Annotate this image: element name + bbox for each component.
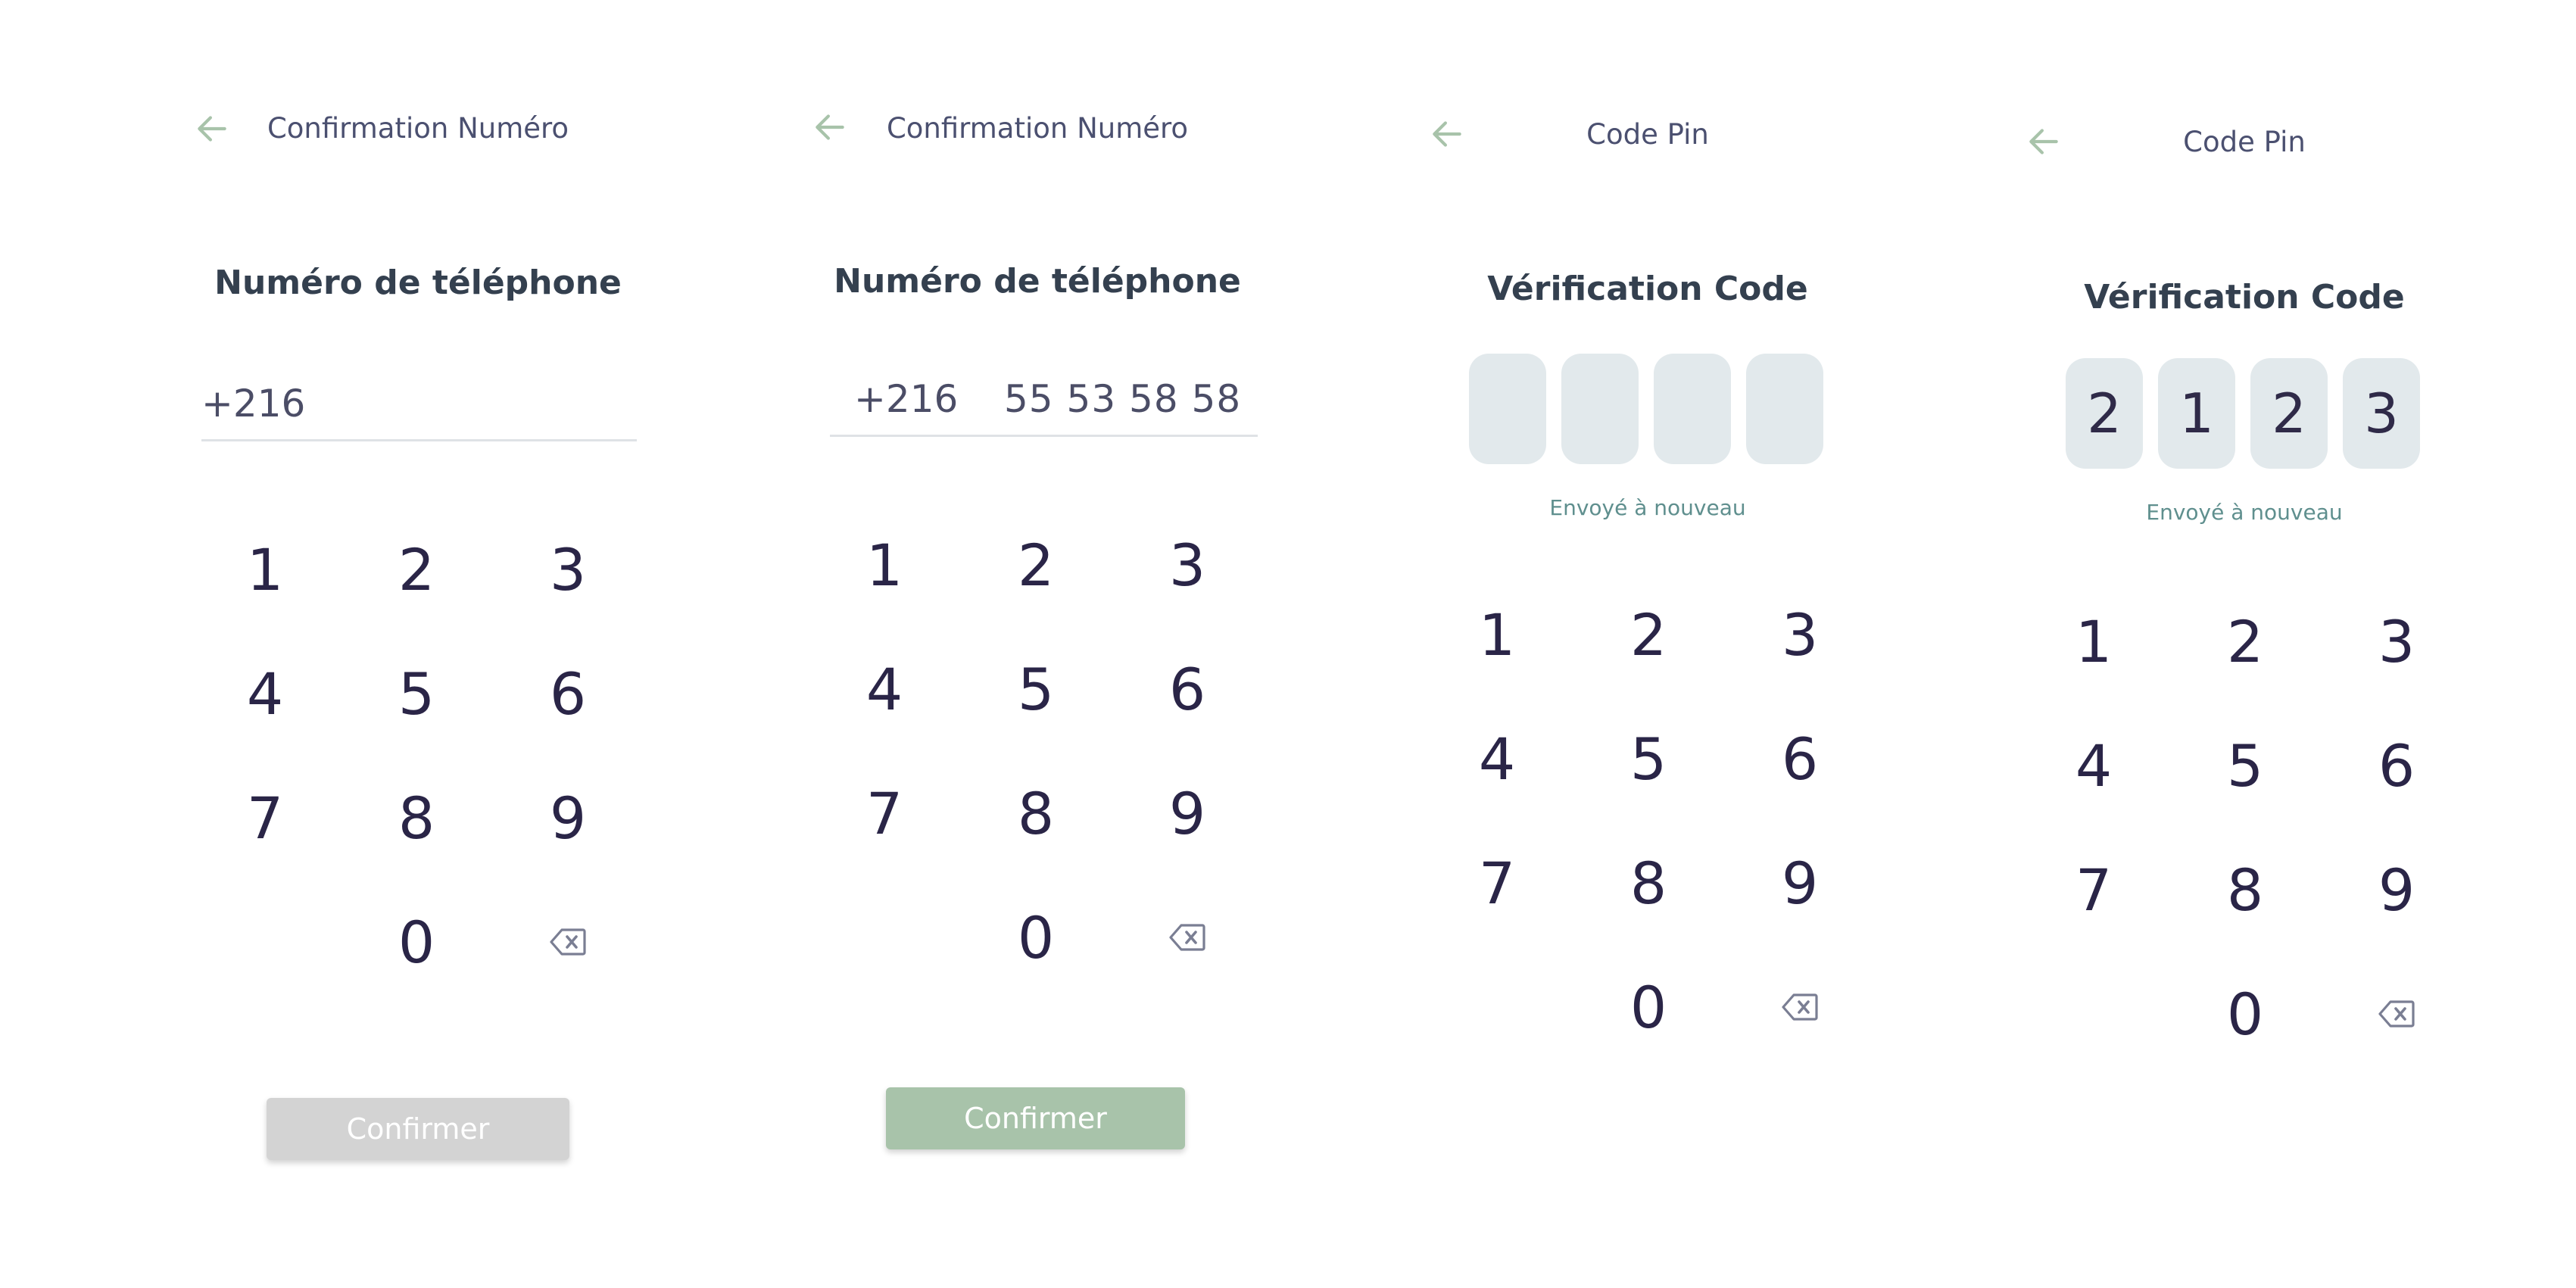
page-title: Confirmation Numéro bbox=[267, 112, 569, 145]
phone-number: 55 53 58 58 bbox=[1004, 377, 1242, 421]
arrow-left-icon bbox=[193, 110, 231, 148]
section-heading: Vérification Code bbox=[2084, 278, 2405, 317]
keypad-key-7[interactable]: 7 bbox=[1421, 821, 1573, 945]
keypad-empty-slot bbox=[1421, 945, 1573, 1069]
resend-link[interactable]: Envoyé à nouveau bbox=[2146, 500, 2342, 525]
keypad-key-6[interactable]: 6 bbox=[2321, 703, 2472, 828]
page-title: Code Pin bbox=[2183, 126, 2306, 158]
keypad-key-8[interactable]: 8 bbox=[2169, 828, 2321, 952]
keypad-key-8[interactable]: 8 bbox=[1573, 821, 1724, 945]
back-button[interactable] bbox=[2017, 115, 2070, 168]
confirm-button[interactable]: Confirmer bbox=[886, 1087, 1185, 1149]
backspace-icon bbox=[2378, 1000, 2415, 1028]
delete-key[interactable] bbox=[2321, 952, 2472, 1076]
keypad-key-9[interactable]: 9 bbox=[2321, 828, 2472, 952]
resend-link[interactable]: Envoyé à nouveau bbox=[1549, 495, 1745, 520]
keypad-key-4[interactable]: 4 bbox=[1421, 697, 1573, 821]
backspace-icon bbox=[550, 928, 586, 956]
section-heading: Numéro de téléphone bbox=[214, 264, 622, 302]
keypad-key-0[interactable]: 0 bbox=[1573, 945, 1724, 1069]
keypad-key-4[interactable]: 4 bbox=[2018, 703, 2169, 828]
keypad-key-2[interactable]: 2 bbox=[1573, 572, 1724, 697]
keypad-key-5[interactable]: 5 bbox=[2169, 703, 2321, 828]
keypad-key-2[interactable]: 2 bbox=[960, 503, 1112, 627]
confirm-button[interactable]: Confirmer bbox=[267, 1098, 569, 1160]
arrow-left-icon bbox=[1428, 115, 1466, 153]
keypad-key-7[interactable]: 7 bbox=[809, 751, 960, 875]
keypad-key-8[interactable]: 8 bbox=[960, 751, 1112, 875]
back-button[interactable] bbox=[1421, 108, 1474, 161]
keypad-empty-slot bbox=[189, 880, 341, 1004]
keypad-key-1[interactable]: 1 bbox=[2018, 579, 2169, 703]
keypad-key-3[interactable]: 3 bbox=[2321, 579, 2472, 703]
keypad-key-8[interactable]: 8 bbox=[341, 756, 492, 880]
keypad-key-4[interactable]: 4 bbox=[189, 632, 341, 756]
page-title: Confirmation Numéro bbox=[886, 112, 1189, 145]
pin-input[interactable] bbox=[1469, 354, 1823, 464]
page-title: Code Pin bbox=[1586, 118, 1709, 151]
section-heading: Vérification Code bbox=[1487, 270, 1808, 308]
keypad-key-4[interactable]: 4 bbox=[809, 627, 960, 751]
section-heading: Numéro de téléphone bbox=[834, 262, 1241, 301]
back-button[interactable] bbox=[186, 102, 239, 155]
keypad-key-0[interactable]: 0 bbox=[341, 880, 492, 1004]
numeric-keypad: 1234567890 bbox=[809, 503, 1263, 1000]
numeric-keypad: 123 456 7890 bbox=[2018, 579, 2472, 1076]
keypad-key-5[interactable]: 5 bbox=[1573, 697, 1724, 821]
screen-phone-confirmation-empty: Confirmation Numéro Numéro de téléphone … bbox=[0, 0, 637, 1288]
country-code: +216 bbox=[854, 377, 959, 421]
pin-digit-box[interactable] bbox=[1469, 354, 1546, 464]
screen-phone-confirmation-filled: Confirmation Numéro Numéro de téléphone … bbox=[619, 0, 1258, 1288]
keypad-key-5[interactable]: 5 bbox=[960, 627, 1112, 751]
arrow-left-icon bbox=[811, 108, 849, 146]
keypad-key-1[interactable]: 1 bbox=[1421, 572, 1573, 697]
pin-digit-box[interactable]: 2 bbox=[2066, 358, 2143, 469]
back-button[interactable] bbox=[803, 101, 856, 154]
keypad-key-0[interactable]: 0 bbox=[2169, 952, 2321, 1076]
keypad-key-1[interactable]: 1 bbox=[189, 507, 341, 632]
pin-digit-box[interactable]: 2 bbox=[2250, 358, 2328, 469]
phone-input[interactable]: +216 bbox=[201, 363, 637, 441]
keypad-key-2[interactable]: 2 bbox=[2169, 579, 2321, 703]
backspace-icon bbox=[1169, 924, 1205, 951]
keypad-empty-slot bbox=[809, 875, 960, 1000]
pin-input[interactable]: 2123 bbox=[2066, 358, 2420, 469]
keypad-key-7[interactable]: 7 bbox=[189, 756, 341, 880]
keypad-key-7[interactable]: 7 bbox=[2018, 828, 2169, 952]
keypad-key-5[interactable]: 5 bbox=[341, 632, 492, 756]
pin-digit-box[interactable]: 3 bbox=[2343, 358, 2420, 469]
screen-pin-verification-filled: Code Pin Vérification Code 2123 Envoyé à… bbox=[1835, 0, 2456, 1288]
pin-digit-box[interactable] bbox=[1561, 354, 1639, 464]
numeric-keypad: 1234567890 bbox=[189, 507, 644, 1004]
arrow-left-icon bbox=[2025, 123, 2063, 161]
pin-digit-box[interactable] bbox=[1654, 354, 1731, 464]
country-code: +216 bbox=[201, 382, 306, 426]
keypad-key-0[interactable]: 0 bbox=[960, 875, 1112, 1000]
pin-digit-box[interactable]: 1 bbox=[2158, 358, 2235, 469]
pin-digit-box[interactable] bbox=[1746, 354, 1823, 464]
phone-input[interactable]: +216 55 53 58 58 bbox=[830, 359, 1258, 437]
keypad-empty-slot bbox=[2018, 952, 2169, 1076]
keypad-key-2[interactable]: 2 bbox=[341, 507, 492, 632]
backspace-icon bbox=[1782, 993, 1818, 1021]
keypad-key-1[interactable]: 1 bbox=[809, 503, 960, 627]
numeric-keypad: 1234567890 bbox=[1421, 572, 1876, 1069]
screen-pin-verification-empty: Code Pin Vérification Code Envoyé à nouv… bbox=[1239, 0, 1860, 1288]
